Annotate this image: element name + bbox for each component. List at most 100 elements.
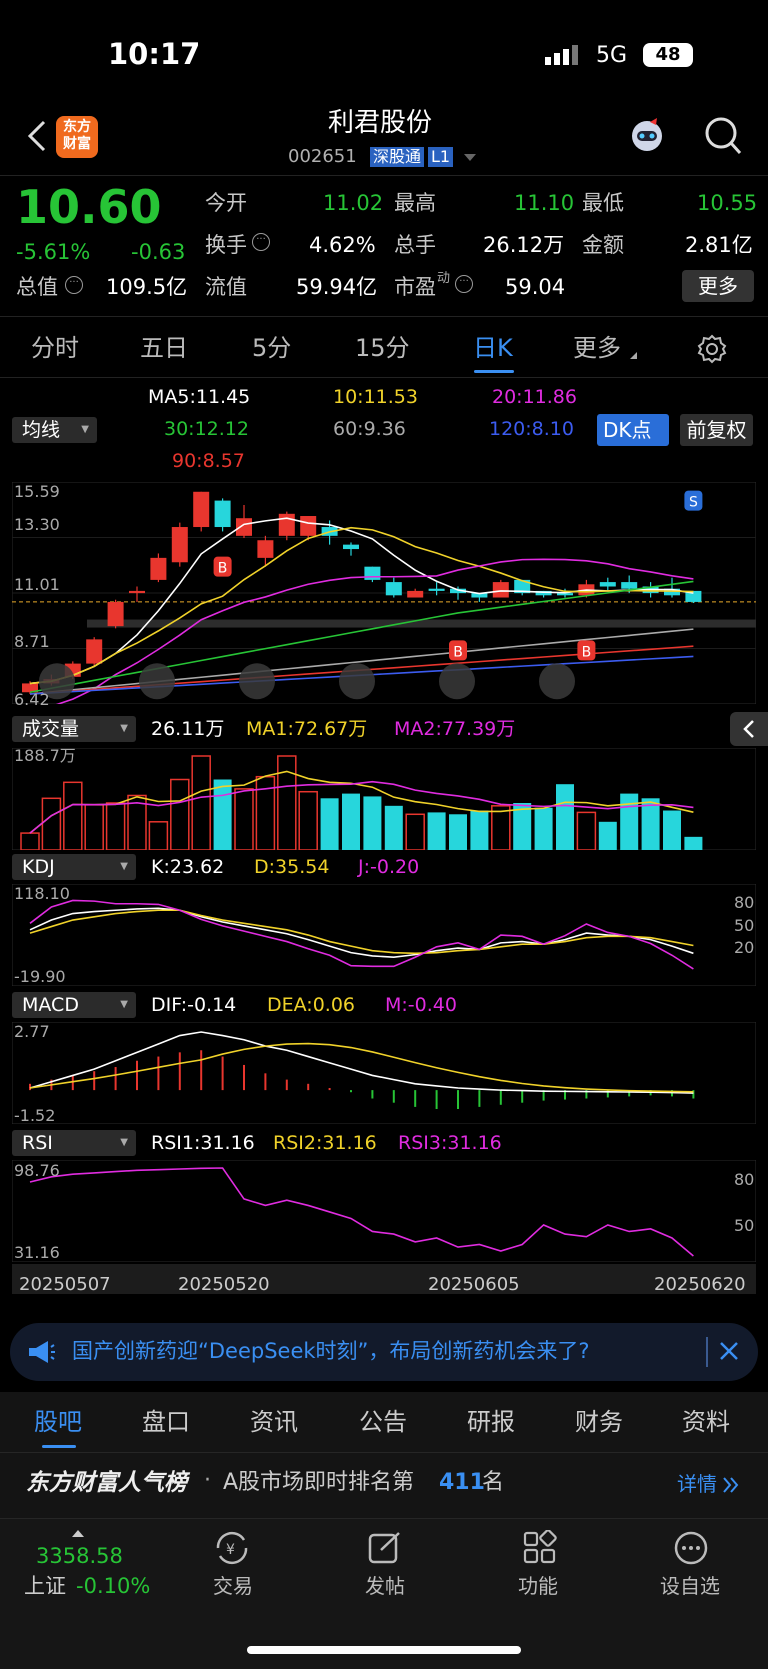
scroll-left-icon[interactable]	[339, 663, 375, 700]
tab-five-day[interactable]: 五日	[140, 336, 188, 360]
settings-gear-icon[interactable]	[696, 333, 728, 365]
macd-ymin: -1.52	[14, 1106, 56, 1125]
more-button[interactable]: 更多	[682, 270, 754, 302]
tab-5min[interactable]: 5分	[252, 336, 291, 360]
candle-body	[492, 582, 509, 598]
kdj-chart[interactable]	[12, 884, 756, 986]
volume-bar	[556, 784, 574, 850]
rank-brand: 东方财富人气榜	[26, 1470, 187, 1496]
post-icon[interactable]	[367, 1530, 403, 1566]
scroll-right-icon[interactable]	[439, 663, 475, 700]
volume-bar	[277, 755, 297, 850]
subtab-profile[interactable]: 资料	[682, 1410, 730, 1434]
dropdown-icon[interactable]	[464, 154, 476, 161]
tab-more[interactable]: 更多	[573, 336, 621, 360]
volume-indicator: 26.11万	[151, 718, 225, 740]
collapse-side-button[interactable]	[730, 712, 768, 746]
volume-bar	[148, 821, 169, 850]
volume-ma2-line	[29, 780, 694, 834]
network-label: 5G	[596, 43, 628, 68]
high-label: 最高	[394, 191, 436, 215]
high-value: 11.10	[514, 191, 575, 215]
candle-body	[621, 582, 638, 589]
rsi-selector[interactable]: RSI ▼	[12, 1130, 136, 1156]
volume-ma1-line	[29, 770, 694, 834]
function-grid-icon[interactable]	[522, 1529, 558, 1566]
kdj-ymax: 118.10	[14, 884, 70, 903]
kdj-d-line	[29, 909, 694, 955]
macd-dif-line	[29, 1031, 694, 1094]
close-icon[interactable]	[718, 1340, 740, 1362]
dk-button[interactable]: DK点	[597, 414, 669, 446]
nav-add-watchlist[interactable]: 设自选	[660, 1576, 720, 1596]
candle-body	[86, 639, 103, 664]
date-label: 20250520	[178, 1274, 270, 1295]
subtab-announcement[interactable]: 公告	[359, 1410, 407, 1434]
subtab-pankou[interactable]: 盘口	[142, 1410, 190, 1434]
subtab-guba[interactable]: 股吧	[34, 1410, 82, 1434]
rsi-ymin: 31.16	[14, 1243, 60, 1262]
adjust-button[interactable]: 前复权	[680, 414, 753, 446]
trade-icon[interactable]: ¥	[212, 1530, 252, 1566]
svg-text:¥: ¥	[226, 1542, 235, 1558]
tabs-divider	[0, 377, 768, 378]
subtab-research[interactable]: 研报	[467, 1410, 515, 1434]
more-dots-icon[interactable]	[673, 1530, 709, 1566]
double-chevron-right-icon[interactable]	[722, 1476, 740, 1494]
zoom-plus-icon[interactable]	[239, 663, 275, 700]
nav-trade[interactable]: 交易	[213, 1576, 253, 1596]
info-icon[interactable]: ···	[65, 276, 83, 294]
amount-value: 2.81亿	[685, 233, 753, 257]
rsi-chart[interactable]	[12, 1160, 756, 1262]
volume-bar	[342, 793, 360, 850]
candle-body	[193, 491, 210, 528]
kline-ytick: 6.42	[14, 690, 50, 709]
volume-bar	[84, 804, 104, 850]
index-value[interactable]: 3358.58	[36, 1546, 123, 1567]
stock-connect-tag: 深股通	[370, 147, 425, 167]
info-icon[interactable]: ···	[252, 233, 270, 251]
rank-detail-link[interactable]: 详情	[677, 1474, 717, 1494]
candle-body	[599, 582, 616, 587]
volume-bar	[170, 778, 190, 850]
open-label: 今开	[205, 191, 247, 215]
kdj-selector[interactable]: KDJ ▼	[12, 854, 136, 880]
app-logo[interactable]: 东方财富	[56, 116, 98, 158]
index-change[interactable]: -0.10%	[76, 1576, 150, 1597]
news-text[interactable]: 国产创新药迎“DeepSeek时刻”，布局创新药机会来了?	[72, 1341, 590, 1362]
chevron-down-icon: ▼	[120, 723, 128, 734]
macd-dif: DIF:-0.14	[151, 994, 237, 1016]
chevron-down-icon: ▼	[120, 1137, 128, 1148]
pe-value: 59.04	[505, 275, 566, 299]
back-icon[interactable]	[24, 118, 48, 154]
kdj-k-line	[29, 907, 694, 959]
rsi-level: 50	[734, 1216, 755, 1235]
date-label: 20250507	[19, 1274, 111, 1295]
volume-bar	[470, 810, 489, 850]
ma-selector[interactable]: 均线 ▼	[12, 417, 97, 443]
search-icon[interactable]	[704, 116, 742, 156]
tab-intraday[interactable]: 分时	[31, 336, 79, 360]
kline-chart[interactable]: B B B S	[12, 482, 756, 704]
volume-bar	[534, 807, 553, 850]
kline-ytick: 8.71	[14, 632, 50, 651]
macd-selector[interactable]: MACD ▼	[12, 992, 136, 1018]
macd-chart[interactable]	[12, 1022, 756, 1124]
support-band	[87, 619, 756, 628]
info-icon[interactable]: ···	[455, 275, 473, 293]
index-name[interactable]: 上证	[24, 1576, 66, 1597]
volume-selector[interactable]: 成交量 ▼	[12, 716, 136, 742]
zoom-minus-icon[interactable]	[139, 663, 175, 700]
low-label: 最低	[582, 191, 624, 215]
nav-function[interactable]: 功能	[518, 1576, 558, 1596]
fullscreen-icon[interactable]	[539, 663, 575, 700]
robot-assistant-icon[interactable]	[626, 114, 668, 156]
subtab-finance[interactable]: 财务	[575, 1410, 623, 1434]
tab-15min[interactable]: 15分	[355, 336, 410, 360]
tab-daily-k[interactable]: 日K	[473, 336, 513, 360]
volume-value: 26.12万	[483, 233, 565, 257]
kdj-j-line	[29, 899, 694, 970]
nav-post[interactable]: 发帖	[365, 1576, 405, 1596]
volume-chart[interactable]	[12, 748, 756, 850]
subtab-news[interactable]: 资讯	[250, 1410, 298, 1434]
